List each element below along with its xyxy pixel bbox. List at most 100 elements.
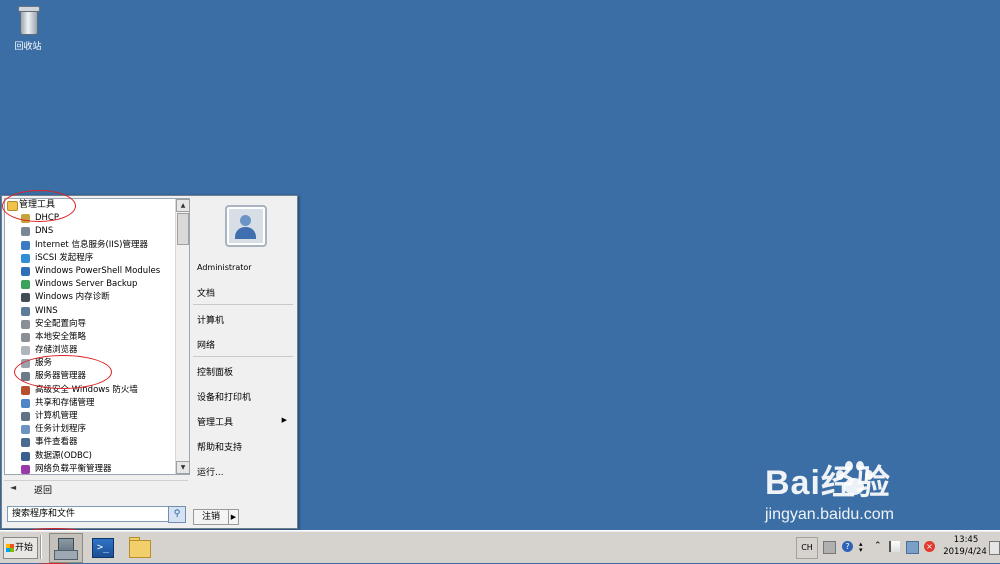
program-list-scrollbar[interactable]: ▲ ▼	[175, 199, 190, 474]
program-label: Internet 信息服务(IIS)管理器	[35, 239, 148, 250]
search-icon: ⚲	[173, 509, 181, 519]
program-item[interactable]: 共享和存储管理	[5, 397, 175, 410]
start-button[interactable]: 开始	[3, 537, 38, 559]
program-item[interactable]: 安全配置向导	[5, 318, 175, 331]
event-viewer-icon	[21, 438, 30, 448]
dns-icon	[21, 227, 30, 237]
scroll-up-button[interactable]: ▲	[176, 199, 190, 212]
menu-run[interactable]: 运行...	[197, 465, 224, 478]
menu-admin-tools-label: 管理工具	[197, 418, 234, 428]
menu-computer[interactable]: 计算机	[197, 313, 224, 326]
security-wizard-icon	[21, 319, 30, 329]
folder-icon	[129, 540, 151, 558]
program-item[interactable]: 服务器管理器	[5, 370, 175, 383]
language-indicator[interactable]: CH	[796, 537, 818, 559]
share-icon	[21, 398, 30, 408]
action-center-flag-icon[interactable]	[889, 541, 900, 552]
recycle-bin[interactable]: 回收站	[8, 4, 48, 52]
program-item[interactable]: 事件查看器	[5, 436, 175, 449]
search-button[interactable]: ⚲	[168, 506, 186, 523]
program-item[interactable]: WINS	[5, 305, 175, 318]
program-item[interactable]: 本地安全策略	[5, 331, 175, 344]
watermark-brand: Bai经验	[765, 464, 891, 502]
iis-icon	[21, 240, 30, 250]
tray-options-icon[interactable]: ▴ ▾	[859, 541, 870, 554]
program-item[interactable]: 存储浏览器	[5, 344, 175, 357]
program-item[interactable]: 服务	[5, 357, 175, 370]
program-item[interactable]: 网络负载平衡管理器	[5, 463, 175, 474]
system-tray: CH ? ▴ ▾ ⌃ × 13:45 2019/4/24	[796, 534, 1000, 560]
network-icon[interactable]	[906, 541, 919, 554]
clock-time[interactable]: 13:45	[946, 535, 986, 545]
shutdown-options-button[interactable]: ▶	[228, 509, 239, 525]
volume-muted-icon[interactable]: ×	[924, 541, 935, 552]
program-label: 服务	[35, 358, 53, 369]
program-label: 存储浏览器	[35, 345, 78, 356]
back-label: 返回	[34, 486, 53, 496]
program-item[interactable]: DNS	[5, 225, 175, 238]
menu-admin-tools[interactable]: 管理工具 ▶	[197, 415, 293, 428]
menu-control-panel[interactable]: 控制面板	[197, 365, 233, 378]
program-item[interactable]: Windows PowerShell Modules	[5, 265, 175, 278]
user-avatar[interactable]	[225, 205, 267, 247]
program-item[interactable]: 计算机管理	[5, 410, 175, 423]
taskbar-powershell[interactable]: >_	[86, 533, 118, 561]
search-input[interactable]: 搜索程序和文件	[7, 506, 171, 522]
clock-icon	[21, 425, 30, 435]
submenu-arrow-icon: ▶	[281, 416, 287, 424]
powershell-icon	[21, 266, 30, 276]
program-item[interactable]: Windows 内存诊断	[5, 291, 175, 304]
storage-icon	[21, 346, 30, 356]
recycle-bin-icon	[15, 4, 41, 36]
program-folder[interactable]: 管理工具	[5, 199, 175, 212]
program-item[interactable]: Windows Server Backup	[5, 278, 175, 291]
program-item[interactable]: DHCP	[5, 212, 175, 225]
dhcp-icon	[21, 214, 30, 224]
program-list: 管理工具 DHCP DNS Internet 信息服务(IIS)管理器 iSCSI 发起…	[5, 199, 175, 474]
taskbar-explorer[interactable]	[123, 533, 155, 561]
globe-icon	[21, 253, 30, 263]
powershell-icon: >_	[92, 538, 114, 558]
server-manager-icon	[21, 372, 30, 382]
menu-documents[interactable]: 文档	[197, 286, 215, 299]
policy-icon	[21, 332, 30, 342]
clock-date[interactable]: 2019/4/24	[938, 547, 992, 557]
taskbar: 开始 >_ CH ? ▴ ▾ ⌃ × 13:45 2019/4/24	[0, 530, 1000, 563]
back-button[interactable]: ◄ 返回	[4, 480, 188, 497]
help-icon[interactable]: ?	[842, 541, 853, 552]
program-label: 计算机管理	[35, 411, 78, 421]
logoff-button[interactable]: 注销	[193, 509, 229, 525]
program-item[interactable]: 数据源(ODBC)	[5, 450, 175, 463]
back-arrow-icon: ◄	[10, 483, 17, 492]
menu-separator	[193, 304, 293, 305]
menu-help-support[interactable]: 帮助和支持	[197, 440, 242, 453]
program-label: 管理工具	[19, 200, 56, 210]
program-item[interactable]: 任务计划程序	[5, 423, 175, 436]
program-item[interactable]: iSCSI 发起程序	[5, 252, 175, 265]
firewall-icon	[21, 385, 30, 395]
show-desktop-button[interactable]	[989, 541, 1000, 555]
scroll-down-button[interactable]: ▼	[176, 461, 190, 474]
keyboard-icon[interactable]	[823, 541, 836, 554]
program-label: 数据源(ODBC)	[35, 450, 92, 461]
recycle-bin-label: 回收站	[14, 42, 42, 52]
program-label: 服务器管理器	[35, 371, 87, 382]
menu-network[interactable]: 网络	[197, 338, 215, 351]
scroll-thumb[interactable]	[177, 213, 189, 245]
program-label: 任务计划程序	[35, 424, 87, 435]
chevron-right-icon: ▶	[230, 513, 237, 521]
wins-icon	[21, 306, 30, 316]
taskbar-server-manager[interactable]	[49, 533, 83, 563]
program-label: 安全配置向导	[35, 318, 87, 329]
gear-icon	[21, 359, 30, 369]
odbc-icon	[21, 451, 30, 461]
start-menu-program-pane: 管理工具 DHCP DNS Internet 信息服务(IIS)管理器 iSCSI 发起…	[4, 198, 190, 475]
menu-devices-printers[interactable]: 设备和打印机	[197, 390, 251, 403]
program-item[interactable]: Internet 信息服务(IIS)管理器	[5, 239, 175, 252]
program-item[interactable]: 高级安全 Windows 防火墙	[5, 384, 175, 397]
menu-user[interactable]: Administrator	[197, 263, 252, 272]
show-hidden-icons-button[interactable]: ⌃	[874, 541, 885, 552]
taskbar-separator	[40, 535, 41, 559]
menu-separator	[193, 356, 293, 357]
backup-icon	[21, 280, 30, 290]
